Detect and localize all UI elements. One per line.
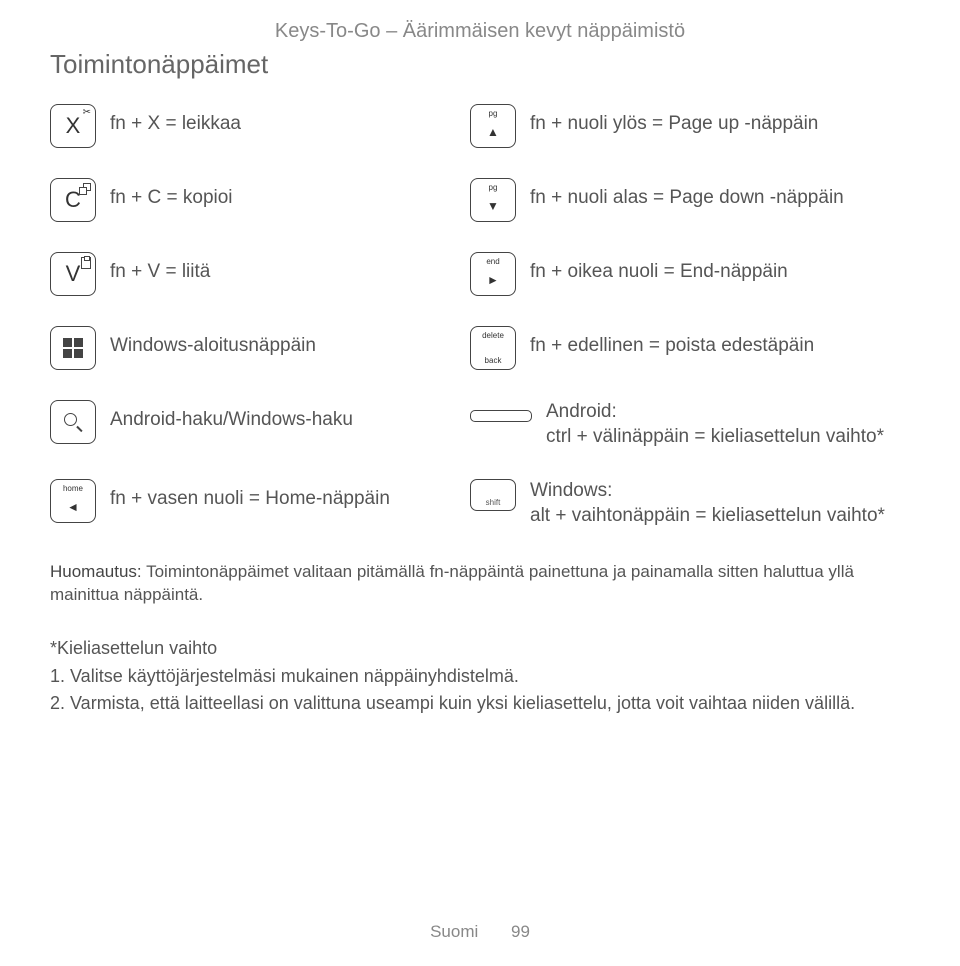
key-tiny-label: pg — [471, 109, 515, 118]
key-desc: fn + C = kopioi — [110, 178, 233, 211]
key-desc: Windows: alt + vaihtonäppäin = kieliaset… — [530, 479, 885, 528]
keycap-shift: shift — [470, 479, 516, 511]
footer-page-number: 99 — [511, 922, 530, 941]
key-grid: X ✂ fn + X = leikkaa pg ▲ fn + nuoli ylö… — [50, 104, 910, 529]
key-letter: V — [66, 261, 81, 287]
key-desc: Windows-aloitusnäppäin — [110, 326, 316, 359]
step-2: 2. Varmista, että laitteellasi on valitt… — [50, 690, 910, 718]
search-icon — [64, 413, 82, 431]
key-desc: fn + edellinen = poista edestäpäin — [530, 326, 814, 359]
arrow-up-icon: ▲ — [487, 126, 499, 138]
note-label: Huomautus: — [50, 562, 142, 581]
keycap-pgup: pg ▲ — [470, 104, 516, 148]
keycap-c: C — [50, 178, 96, 222]
key-desc: fn + vasen nuoli = Home-näppäin — [110, 479, 390, 512]
keycap-delete-back: delete back — [470, 326, 516, 370]
key-tiny-label: delete — [471, 331, 515, 340]
arrow-left-icon: ◄ — [67, 501, 79, 513]
keycap-search — [50, 400, 96, 444]
table-row: Windows-aloitusnäppäin delete back fn + … — [50, 326, 910, 370]
arrow-down-icon: ▼ — [487, 200, 499, 212]
page-header: Keys-To-Go – Äärimmäisen kevyt näppäimis… — [50, 20, 910, 43]
keycap-pgdn: pg ▼ — [470, 178, 516, 222]
paste-icon — [81, 257, 91, 269]
section-title: Toimintonäppäimet — [50, 49, 910, 80]
keycap-v: V — [50, 252, 96, 296]
keycap-windows — [50, 326, 96, 370]
keycap-end: end ► — [470, 252, 516, 296]
key-desc: fn + nuoli alas = Page down -näppäin — [530, 178, 844, 211]
keycap-spacebar — [470, 410, 532, 422]
key-desc: fn + oikea nuoli = End-näppäin — [530, 252, 788, 285]
table-row: Android-haku/Windows-haku Android: ctrl … — [50, 400, 910, 449]
table-row: home ◄ fn + vasen nuoli = Home-näppäin s… — [50, 479, 910, 528]
arrow-right-icon: ► — [487, 274, 499, 286]
table-row: V fn + V = liitä end ► fn + oikea nuoli … — [50, 252, 910, 296]
sub-title: *Kieliasettelun vaihto — [50, 635, 910, 663]
windows-icon — [63, 338, 83, 358]
note-text: Huomautus: Toimintonäppäimet valitaan pi… — [50, 561, 910, 607]
key-tiny-label: pg — [471, 183, 515, 192]
key-desc: fn + V = liitä — [110, 252, 210, 285]
key-desc: Android: ctrl + välinäppäin = kieliasett… — [546, 400, 884, 449]
scissors-icon: ✂ — [83, 107, 91, 118]
key-desc: fn + X = leikkaa — [110, 104, 241, 137]
keycap-home: home ◄ — [50, 479, 96, 523]
step-1: 1. Valitse käyttöjärjestelmäsi mukainen … — [50, 663, 910, 691]
language-switch-section: *Kieliasettelun vaihto 1. Valitse käyttö… — [50, 635, 910, 719]
page-footer: Suomi 99 — [0, 922, 960, 942]
key-tiny-label: home — [51, 484, 95, 493]
footer-language: Suomi — [430, 922, 478, 941]
key-desc: Android-haku/Windows-haku — [110, 400, 353, 433]
copy-icon — [79, 183, 91, 195]
key-desc: fn + nuoli ylös = Page up -näppäin — [530, 104, 818, 137]
key-tiny-label: end — [471, 257, 515, 266]
table-row: X ✂ fn + X = leikkaa pg ▲ fn + nuoli ylö… — [50, 104, 910, 148]
table-row: C fn + C = kopioi pg ▼ fn + nuoli alas =… — [50, 178, 910, 222]
note-body: Toimintonäppäimet valitaan pitämällä fn-… — [50, 562, 854, 604]
key-tiny-label: back — [471, 356, 515, 365]
key-letter: X — [66, 113, 81, 139]
keycap-x: X ✂ — [50, 104, 96, 148]
